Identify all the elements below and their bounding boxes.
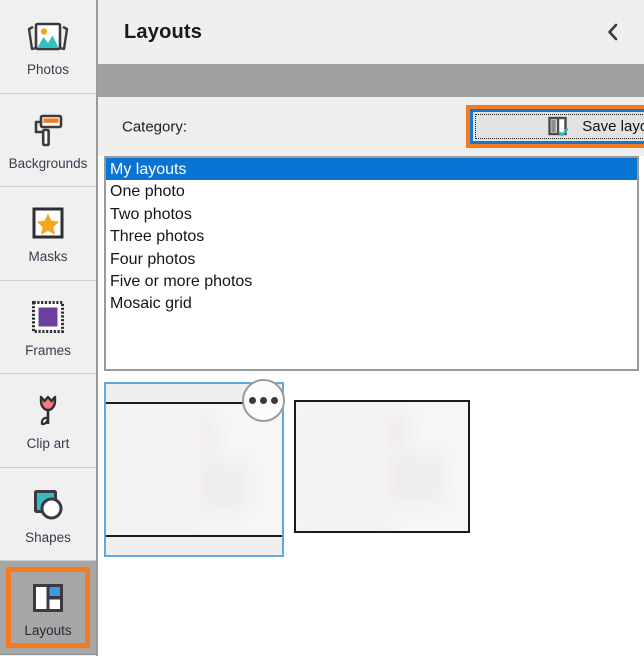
panel-header: Layouts	[98, 0, 644, 64]
save-layout-label: Save layout	[582, 118, 644, 135]
save-layout-button[interactable]: Save layout	[475, 114, 644, 139]
list-item[interactable]: Mosaic grid	[106, 292, 637, 314]
shapes-icon	[25, 484, 71, 526]
list-item[interactable]: Four photos	[106, 248, 637, 270]
save-layout-icon	[547, 116, 569, 138]
thumbnail-preview	[294, 400, 470, 533]
tulip-icon	[25, 390, 71, 432]
layouts-panel: Layouts Category: Save lay My layouts On…	[98, 0, 644, 656]
save-layout-focus-ring: Save layout	[470, 109, 644, 144]
app-window: Photos Backgrounds Masks Frames Clip art…	[0, 0, 644, 656]
panel-divider-band	[98, 64, 644, 97]
star-mask-icon	[25, 203, 71, 245]
layouts-icon	[25, 578, 71, 620]
sidebar-item-layouts[interactable]: Layouts	[0, 561, 96, 655]
left-sidebar: Photos Backgrounds Masks Frames Clip art…	[0, 0, 98, 656]
list-item[interactable]: Two photos	[106, 203, 637, 225]
chevron-left-icon[interactable]	[600, 19, 626, 45]
list-item[interactable]: My layouts	[106, 158, 637, 181]
layout-thumbnail-1[interactable]	[104, 379, 285, 557]
sidebar-item-clip-art[interactable]: Clip art	[0, 374, 96, 468]
ellipsis-dot	[271, 397, 278, 404]
thumbnail-preview	[106, 402, 282, 537]
category-label: Category:	[122, 118, 188, 135]
sidebar-item-label: Backgrounds	[8, 155, 88, 171]
list-item[interactable]: Three photos	[106, 225, 637, 247]
sidebar-item-label: Masks	[28, 249, 68, 264]
sidebar-item-photos[interactable]: Photos	[0, 0, 96, 94]
save-layout-highlight: Save layout	[466, 105, 644, 148]
frame-icon	[25, 297, 71, 339]
sidebar-item-label: Photos	[26, 62, 70, 77]
sidebar-item-label: Clip art	[26, 436, 70, 451]
sidebar-item-layouts-inner: Layouts	[6, 567, 90, 648]
sidebar-item-label: Frames	[25, 342, 71, 358]
sidebar-item-shapes[interactable]: Shapes	[0, 467, 96, 561]
list-item[interactable]: Five or more photos	[106, 270, 637, 292]
category-listbox[interactable]: My layouts One photo Two photos Three ph…	[104, 156, 639, 371]
page-title: Layouts	[124, 20, 203, 43]
ellipsis-icon[interactable]	[242, 379, 285, 422]
ellipsis-dot	[260, 397, 267, 404]
sidebar-item-label: Shapes	[25, 529, 71, 545]
layout-thumbnail-grid	[104, 379, 639, 562]
list-item[interactable]: One photo	[106, 180, 637, 202]
preview-blotch	[296, 402, 392, 531]
ellipsis-dot	[249, 397, 256, 404]
paint-roller-icon	[25, 110, 71, 152]
sidebar-item-backgrounds[interactable]: Backgrounds	[0, 93, 96, 187]
preview-blotch	[106, 404, 202, 535]
sidebar-item-frames[interactable]: Frames	[0, 280, 96, 374]
category-row: Category: Save layout	[98, 97, 644, 156]
sidebar-item-masks[interactable]: Masks	[0, 187, 96, 281]
photos-icon	[25, 16, 71, 58]
sidebar-item-label: Layouts	[24, 622, 72, 638]
layout-thumbnail-2[interactable]	[292, 382, 472, 557]
